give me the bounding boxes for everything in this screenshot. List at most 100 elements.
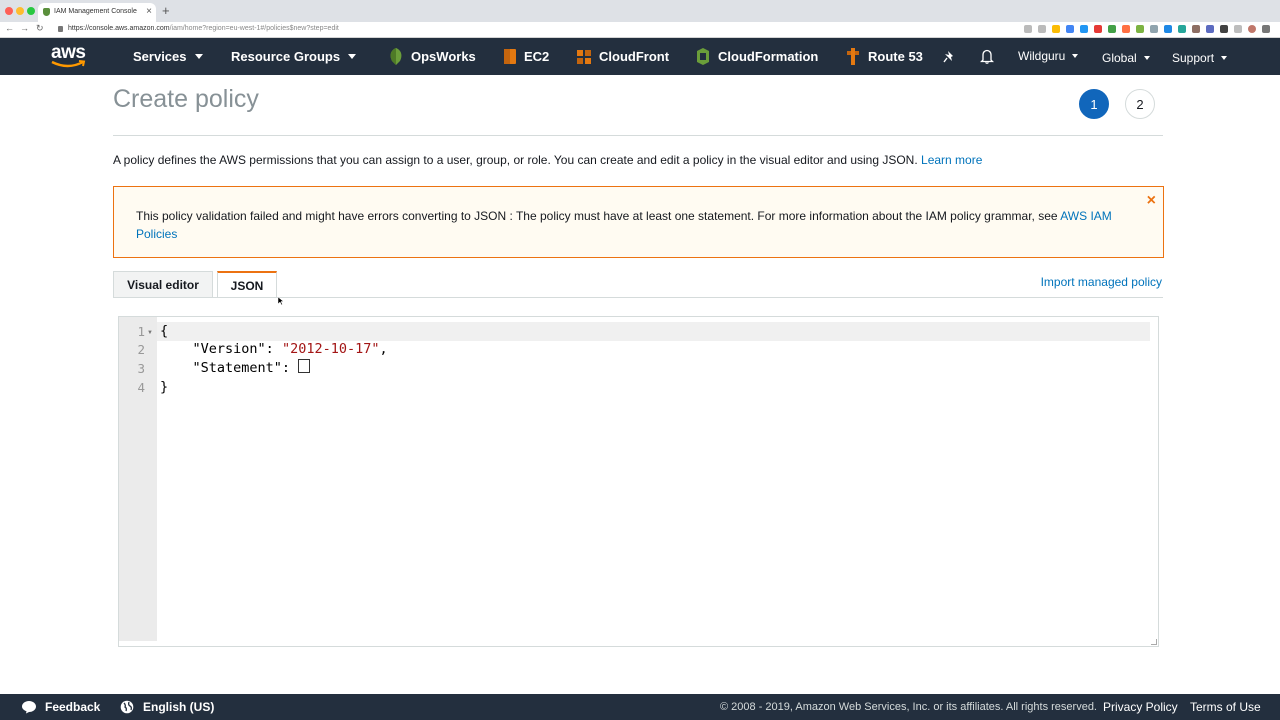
extension-icon[interactable] [1206, 25, 1214, 33]
star-icon[interactable] [1038, 25, 1046, 33]
new-tab-icon[interactable]: + [162, 3, 170, 18]
browser-tab-title: IAM Management Console [54, 8, 137, 15]
extension-icon[interactable] [1136, 25, 1144, 33]
tab-visual-editor[interactable]: Visual editor [113, 271, 213, 298]
account-menu[interactable]: Wildguru [1018, 49, 1079, 63]
extension-icon[interactable] [1234, 25, 1242, 33]
back-icon[interactable]: ← [5, 23, 14, 33]
alert-text: This policy validation failed and might … [136, 209, 1058, 223]
address-bar: ← → ↻ https://console.aws.amazon.com/iam… [0, 22, 1280, 38]
copyright-text: © 2008 - 2019, Amazon Web Services, Inc.… [720, 701, 1097, 713]
extension-icon[interactable] [1052, 25, 1060, 33]
language-selector[interactable]: English (US) [143, 700, 214, 714]
browser-tab[interactable]: IAM Management Console × [38, 3, 156, 22]
statement-key: "Statement" [192, 360, 282, 376]
lock-icon [58, 26, 63, 32]
json-editor[interactable]: 1 ▼ 2 3 4 { "Version": "2012-10-17", "St… [118, 316, 1159, 647]
line-number: 2 [137, 342, 145, 357]
tabs-divider [113, 297, 1163, 298]
resource-groups-menu[interactable]: Resource Groups [231, 49, 357, 64]
ec2-shortcut[interactable]: EC2 [524, 49, 549, 64]
aws-smile-icon [51, 60, 86, 68]
extension-icon[interactable] [1178, 25, 1186, 33]
resize-handle[interactable] [1151, 639, 1157, 645]
feedback-button[interactable]: Feedback [45, 700, 100, 714]
active-line-highlight [157, 322, 1150, 341]
step-indicator-1: 1 [1079, 89, 1109, 119]
title-divider [113, 135, 1163, 136]
route53-shortcut[interactable]: Route 53 [868, 49, 923, 64]
extension-icon[interactable] [1220, 25, 1228, 33]
validation-warning-alert: This policy validation failed and might … [113, 186, 1164, 258]
extension-icons [1024, 25, 1270, 33]
extension-icon[interactable] [1094, 25, 1102, 33]
terms-of-use-link[interactable]: Terms of Use [1190, 700, 1261, 714]
reload-icon[interactable]: ↻ [36, 23, 44, 34]
region-menu[interactable]: Global [1102, 51, 1150, 65]
alert-message: This policy validation failed and might … [136, 207, 1136, 243]
cloudformation-icon [697, 48, 709, 65]
forward-icon[interactable]: → [20, 23, 29, 33]
statement-empty-array [298, 359, 311, 373]
support-menu[interactable]: Support [1172, 51, 1228, 65]
close-window-button[interactable] [5, 7, 13, 15]
line-number: 1 [137, 324, 145, 339]
aws-favicon-icon [43, 8, 50, 16]
extension-icon[interactable] [1150, 25, 1158, 33]
code-line-3: "Statement": [160, 359, 311, 376]
extension-icon[interactable] [1080, 25, 1088, 33]
cloudfront-icon [577, 50, 591, 64]
page-title: Create policy [113, 85, 259, 113]
extension-icon[interactable] [1066, 25, 1074, 33]
chevron-down-icon [348, 54, 357, 60]
cloudfront-shortcut[interactable]: CloudFront [599, 49, 669, 64]
feedback-icon [22, 701, 36, 714]
chevron-down-icon [1143, 55, 1150, 60]
resource-groups-label: Resource Groups [231, 49, 341, 64]
learn-more-link[interactable]: Learn more [921, 153, 982, 167]
url-path: /iam/home?region=eu-west-1#/policies$new… [169, 25, 339, 32]
zoom-icon[interactable] [1024, 25, 1032, 33]
chevron-down-icon [194, 54, 203, 60]
support-label: Support [1172, 51, 1215, 65]
profile-avatar[interactable] [1248, 25, 1256, 33]
account-name: Wildguru [1018, 49, 1066, 63]
code-line-2: "Version": "2012-10-17", [192, 341, 388, 357]
route53-icon [847, 48, 859, 65]
extension-icon[interactable] [1164, 25, 1172, 33]
console-footer: Feedback English (US) © 2008 - 2019, Ama… [0, 694, 1280, 720]
privacy-policy-link[interactable]: Privacy Policy [1103, 700, 1178, 714]
code-line-1: { [160, 323, 169, 339]
bell-icon[interactable] [980, 49, 994, 64]
pin-icon[interactable] [943, 50, 956, 63]
version-key: "Version" [192, 341, 266, 357]
extension-icon[interactable] [1192, 25, 1200, 33]
fold-arrow-icon[interactable]: ▼ [147, 330, 153, 336]
browser-menu-icon[interactable] [1262, 25, 1270, 33]
minimize-window-button[interactable] [16, 7, 24, 15]
close-icon[interactable]: × [1147, 192, 1156, 210]
editor-gutter: 1 ▼ 2 3 4 [119, 317, 157, 641]
aws-top-nav: aws Services Resource Groups OpsWorks EC… [0, 38, 1280, 75]
services-label: Services [133, 49, 187, 64]
maximize-window-button[interactable] [27, 7, 35, 15]
mouse-cursor-icon [278, 297, 284, 306]
chevron-down-icon [1221, 55, 1228, 60]
cloudformation-shortcut[interactable]: CloudFormation [718, 49, 818, 64]
globe-icon [120, 700, 134, 714]
extension-icon[interactable] [1122, 25, 1130, 33]
code-line-4: } [160, 379, 169, 395]
import-managed-policy-link[interactable]: Import managed policy [1041, 275, 1162, 289]
url-host: https://console.aws.amazon.com [68, 25, 170, 32]
page-description: A policy defines the AWS permissions tha… [113, 153, 982, 167]
chevron-down-icon [1072, 53, 1079, 58]
tab-json[interactable]: JSON [217, 271, 277, 298]
description-text: A policy defines the AWS permissions tha… [113, 153, 918, 167]
aws-logo[interactable]: aws [50, 42, 86, 71]
url-field[interactable]: https://console.aws.amazon.com/iam/home?… [68, 25, 339, 32]
browser-tab-bar: IAM Management Console × + [0, 0, 1280, 22]
close-tab-icon[interactable]: × [146, 6, 152, 17]
opsworks-shortcut[interactable]: OpsWorks [411, 49, 476, 64]
extension-icon[interactable] [1108, 25, 1116, 33]
services-menu[interactable]: Services [133, 49, 203, 64]
